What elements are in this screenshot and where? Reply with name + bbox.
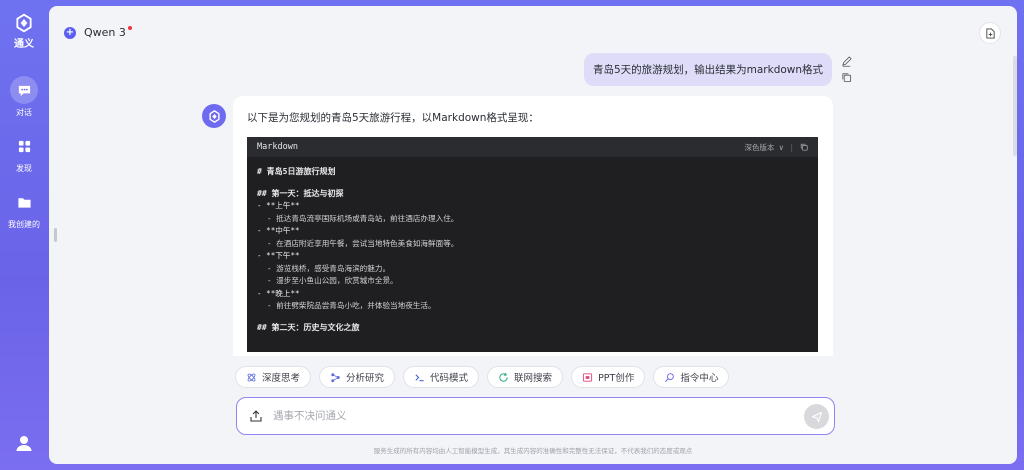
main-panel: + Qwen 3 青岛5天的旅游规划，输出结果为markdown格式 以下是为您… [49,6,1017,464]
chat-input[interactable] [273,408,773,424]
assistant-avatar [202,104,226,128]
sidebar-item-my-created[interactable]: 我创建的 [8,188,40,230]
chip-code-mode[interactable]: 代码模式 [403,366,480,388]
ppt-icon [582,372,593,382]
code-body: # 青岛5日游旅行规划 ## 第一天：抵达与初探 - **上午** - 抵达青岛流亭国… [247,157,818,339]
chevron-down-icon: ∨ [778,142,784,152]
scrollbar[interactable] [1013,56,1017,156]
chip-label: 联网搜索 [514,373,553,384]
code-block: Markdown 深色版本 ∨ | # 青岛5日游旅行规划 ## 第一天：抵达与初… [247,137,818,352]
copy-code-icon[interactable] [800,143,808,151]
command-icon [665,372,675,382]
chip-ppt-creation[interactable]: PPT创作 [571,366,646,388]
sidebar: 通义 对话 发现 我创建的 [0,0,48,470]
model-selector[interactable]: + Qwen 3 [64,25,132,39]
atom-icon [247,373,256,381]
chip-web-search[interactable]: 联网搜索 [487,366,564,388]
code-line: - **下午** [257,251,300,260]
share-nodes-icon [331,372,340,382]
code-line: - **中午** [257,226,300,235]
folder-icon [10,188,38,216]
theme-label: 深色版本 [744,142,775,152]
code-line: - 在酒店附近享用午餐，尝试当地特色美食如海鲜面等。 [267,238,459,248]
sidebar-item-label: 对话 [16,108,32,117]
sidebar-item-discover[interactable]: 发现 [10,132,38,174]
chip-label: 深度思考 [262,373,301,384]
chip-label: 代码模式 [430,373,469,384]
globe-refresh-icon [499,372,508,382]
chip-deep-thinking[interactable]: 深度思考 [235,366,312,388]
code-line: - **晚上** [257,288,300,298]
sidebar-resize-handle[interactable] [54,228,57,242]
new-chat-button[interactable] [979,22,1001,44]
code-line: - **上午** [257,201,300,210]
tongyi-logo-icon [208,109,220,123]
brand-logo[interactable]: 通义 [14,13,34,50]
grid-icon [10,132,38,160]
upload-icon[interactable] [249,409,263,423]
code-line: ## 第二天：历史与文化之旅 [257,322,360,332]
message-tools [841,56,852,83]
code-line: - 抵达青岛流亭国际机场或青岛站，前往酒店办理入住。 [267,213,459,223]
code-block-header: Markdown 深色版本 ∨ | [247,137,818,157]
user-icon[interactable] [15,434,33,452]
chip-label: PPT创作 [598,373,635,384]
code-line: ## 第一天：抵达与初探 [257,188,344,198]
edit-icon[interactable] [841,56,852,67]
brand-name: 通义 [14,39,34,50]
theme-select[interactable]: 深色版本 ∨ [744,142,783,153]
code-line: - 漫步至小鱼山公园，欣赏城市全景。 [267,276,398,285]
tool-chips: 深度思考 分析研究 代码模式 联网搜索 PPT创作 指令中心 [235,366,730,388]
code-language-label: Markdown [257,142,298,152]
chip-command-center[interactable]: 指令中心 [653,366,730,388]
chat-icon [10,76,38,104]
chip-label: 分析研究 [346,373,385,384]
user-message: 青岛5天的旅游规划，输出结果为markdown格式 [584,53,832,86]
assistant-message: 以下是为您规划的青岛5天旅游行程，以Markdown格式呈现： Markdown… [233,96,833,356]
code-line: # 青岛5日游旅行规划 [257,167,336,176]
disclaimer: 服务生成的所有内容均由人工智能模型生成，其生成内容的准确性和完整性无法保证，不代… [373,447,693,455]
sidebar-item-label: 我创建的 [8,220,40,229]
composer [236,397,835,435]
send-icon [811,411,822,422]
chip-label: 指令中心 [680,373,719,384]
copy-icon[interactable] [841,72,852,83]
sidebar-item-chat[interactable]: 对话 [10,76,38,118]
send-button[interactable] [804,404,829,429]
terminal-icon [415,373,424,381]
sidebar-item-label: 发现 [16,164,32,173]
new-chat-icon [985,27,995,39]
code-tools: 深色版本 ∨ | [744,137,808,157]
code-line: - 游览栈桥，感受青岛海滨的魅力。 [267,263,391,273]
chip-analysis-research[interactable]: 分析研究 [319,366,396,388]
notification-dot [127,25,132,30]
plus-icon: + [64,26,76,39]
assistant-intro-text: 以下是为您规划的青岛5天旅游行程，以Markdown格式呈现： [247,112,539,124]
model-name: Qwen 3 [84,26,126,39]
code-line: - 前往劈柴院品尝青岛小吃，并体验当地夜生活。 [267,301,436,310]
tongyi-logo-icon [16,13,32,33]
divider: | [789,142,794,152]
